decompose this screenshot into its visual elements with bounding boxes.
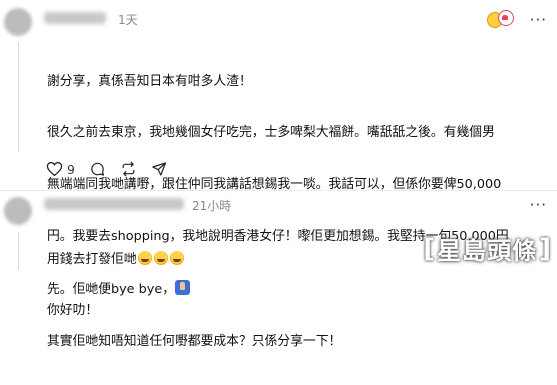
watermark-bracket-left: [	[423, 233, 436, 264]
repost-button[interactable]	[120, 161, 137, 177]
comment-body: 用錢去打發佢哋 你好叻！	[47, 216, 185, 354]
reaction-sticker	[485, 10, 519, 32]
like-count: 9	[67, 161, 75, 177]
watermark-text: 星島頭條	[437, 236, 538, 265]
timestamp: 1天	[118, 13, 138, 27]
avatar[interactable]	[4, 197, 32, 225]
avatar[interactable]	[4, 8, 32, 36]
thread-line	[18, 232, 19, 270]
heart-icon	[46, 161, 63, 177]
smiley-emoji	[137, 250, 152, 265]
action-bar: 9	[46, 158, 168, 180]
more-icon[interactable]: ···	[530, 196, 547, 214]
watermark-logo: [ 星島頭條 ]	[423, 231, 551, 266]
like-button[interactable]: 9	[46, 161, 75, 177]
smiley-emoji	[153, 250, 168, 265]
comment-line: 謝分享，真係吾知日本有咁多人渣！	[47, 73, 252, 89]
reply-button[interactable]	[89, 161, 106, 177]
comment-line: 用錢去打發佢哋	[47, 250, 185, 268]
share-icon	[151, 161, 168, 177]
comment-line: 很久之前去東京，我地幾個女仔吃完，士多啤梨大福餅。嘴舐舐之後。有幾個男	[47, 125, 495, 141]
repost-icon	[120, 161, 137, 177]
more-icon[interactable]: ···	[530, 11, 547, 29]
smiley-emoji	[169, 250, 184, 265]
comment-line: 你好叻！	[47, 303, 99, 319]
timestamp: 21小時	[192, 199, 232, 213]
comment-line-text: 用錢去打發佢哋	[47, 251, 137, 267]
thread-line	[18, 42, 19, 152]
divider	[0, 190, 557, 191]
comment-icon	[89, 161, 106, 177]
share-button[interactable]	[151, 161, 168, 177]
username-blurred[interactable]	[44, 12, 106, 24]
watermark-bracket-right: ]	[539, 233, 551, 264]
username-blurred[interactable]	[44, 198, 184, 210]
